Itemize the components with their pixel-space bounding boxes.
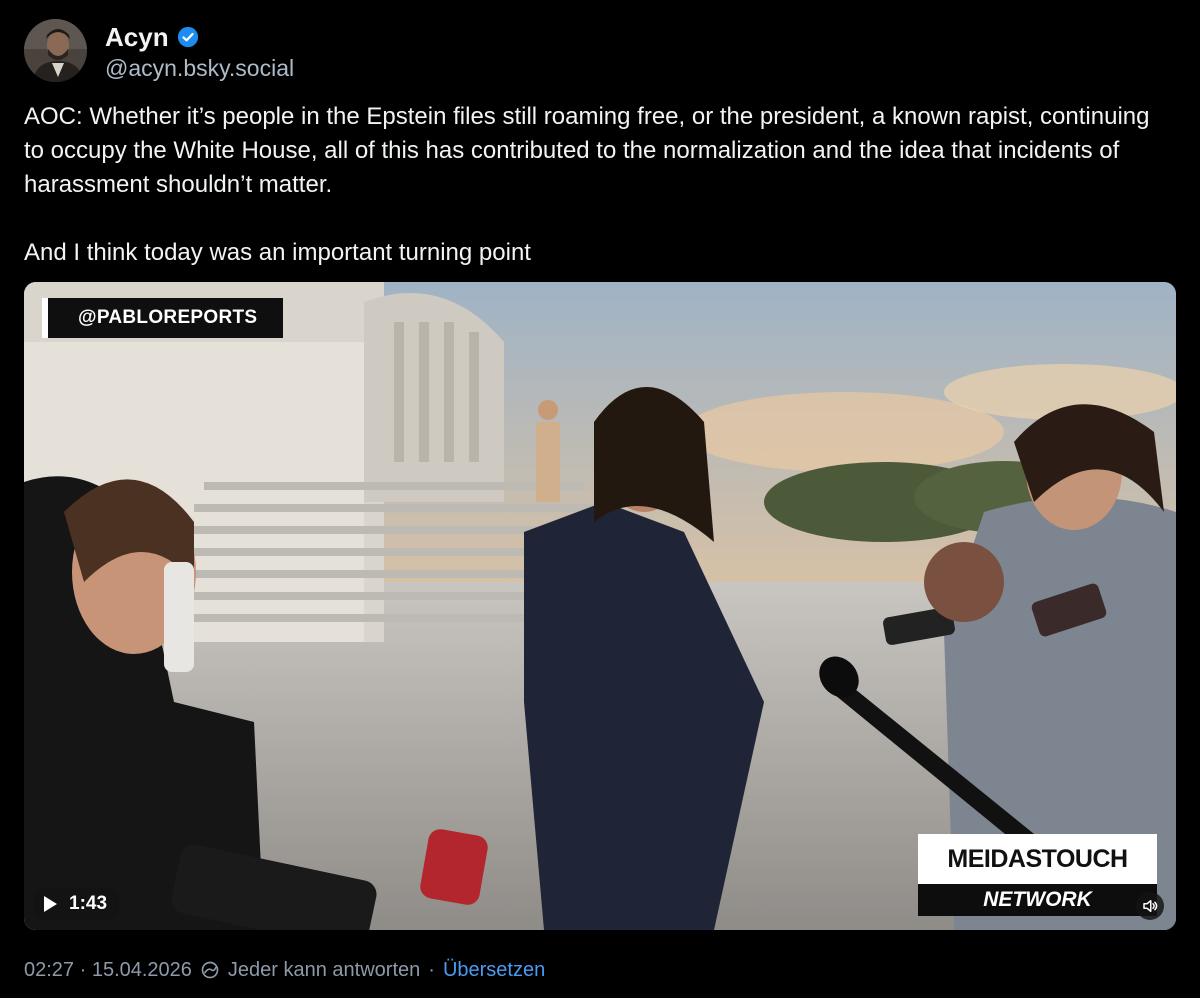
play-button[interactable]: 1:43: [34, 888, 120, 920]
post-container: Acyn @acyn.bsky.social AOC: Whether it’s…: [0, 0, 1200, 998]
watermark-bottom: NETWORK: [918, 884, 1157, 916]
author-name[interactable]: Acyn: [105, 20, 199, 54]
video-duration: 1:43: [69, 893, 108, 914]
author-name-text: Acyn: [105, 22, 169, 52]
post-meta: 02:27 · 15.04.2026 Jeder kann antworten …: [24, 956, 545, 984]
watermark-top: MEIDASTOUCH: [918, 834, 1157, 884]
post-text: AOC: Whether it’s people in the Epstein …: [24, 100, 1174, 270]
author-handle[interactable]: @acyn.bsky.social: [105, 54, 294, 82]
avatar-photo-icon: [24, 19, 87, 82]
video-player[interactable]: @PABLOREPORTS MEIDASTOUCH NETWORK 1:43: [24, 282, 1176, 930]
mute-button[interactable]: [1136, 892, 1164, 920]
post-paragraph: AOC: Whether it’s people in the Epstein …: [24, 103, 1150, 198]
video-frame: [24, 282, 1176, 930]
globe-reply-icon: [201, 961, 219, 979]
reply-setting[interactable]: Jeder kann antworten: [228, 956, 420, 984]
speaker-muted-icon: [1143, 900, 1158, 912]
translate-link[interactable]: Übersetzen: [443, 956, 545, 984]
video-source-tag: @PABLOREPORTS: [42, 298, 284, 338]
play-icon: [44, 896, 57, 912]
video-watermark: MEIDASTOUCH NETWORK: [918, 834, 1157, 916]
post-paragraph: And I think today was an important turni…: [24, 239, 531, 266]
post-timestamp[interactable]: 02:27 · 15.04.2026: [24, 956, 192, 984]
meta-separator: ·: [428, 959, 435, 981]
verified-badge-icon: [177, 26, 198, 48]
author-avatar[interactable]: [24, 19, 87, 82]
